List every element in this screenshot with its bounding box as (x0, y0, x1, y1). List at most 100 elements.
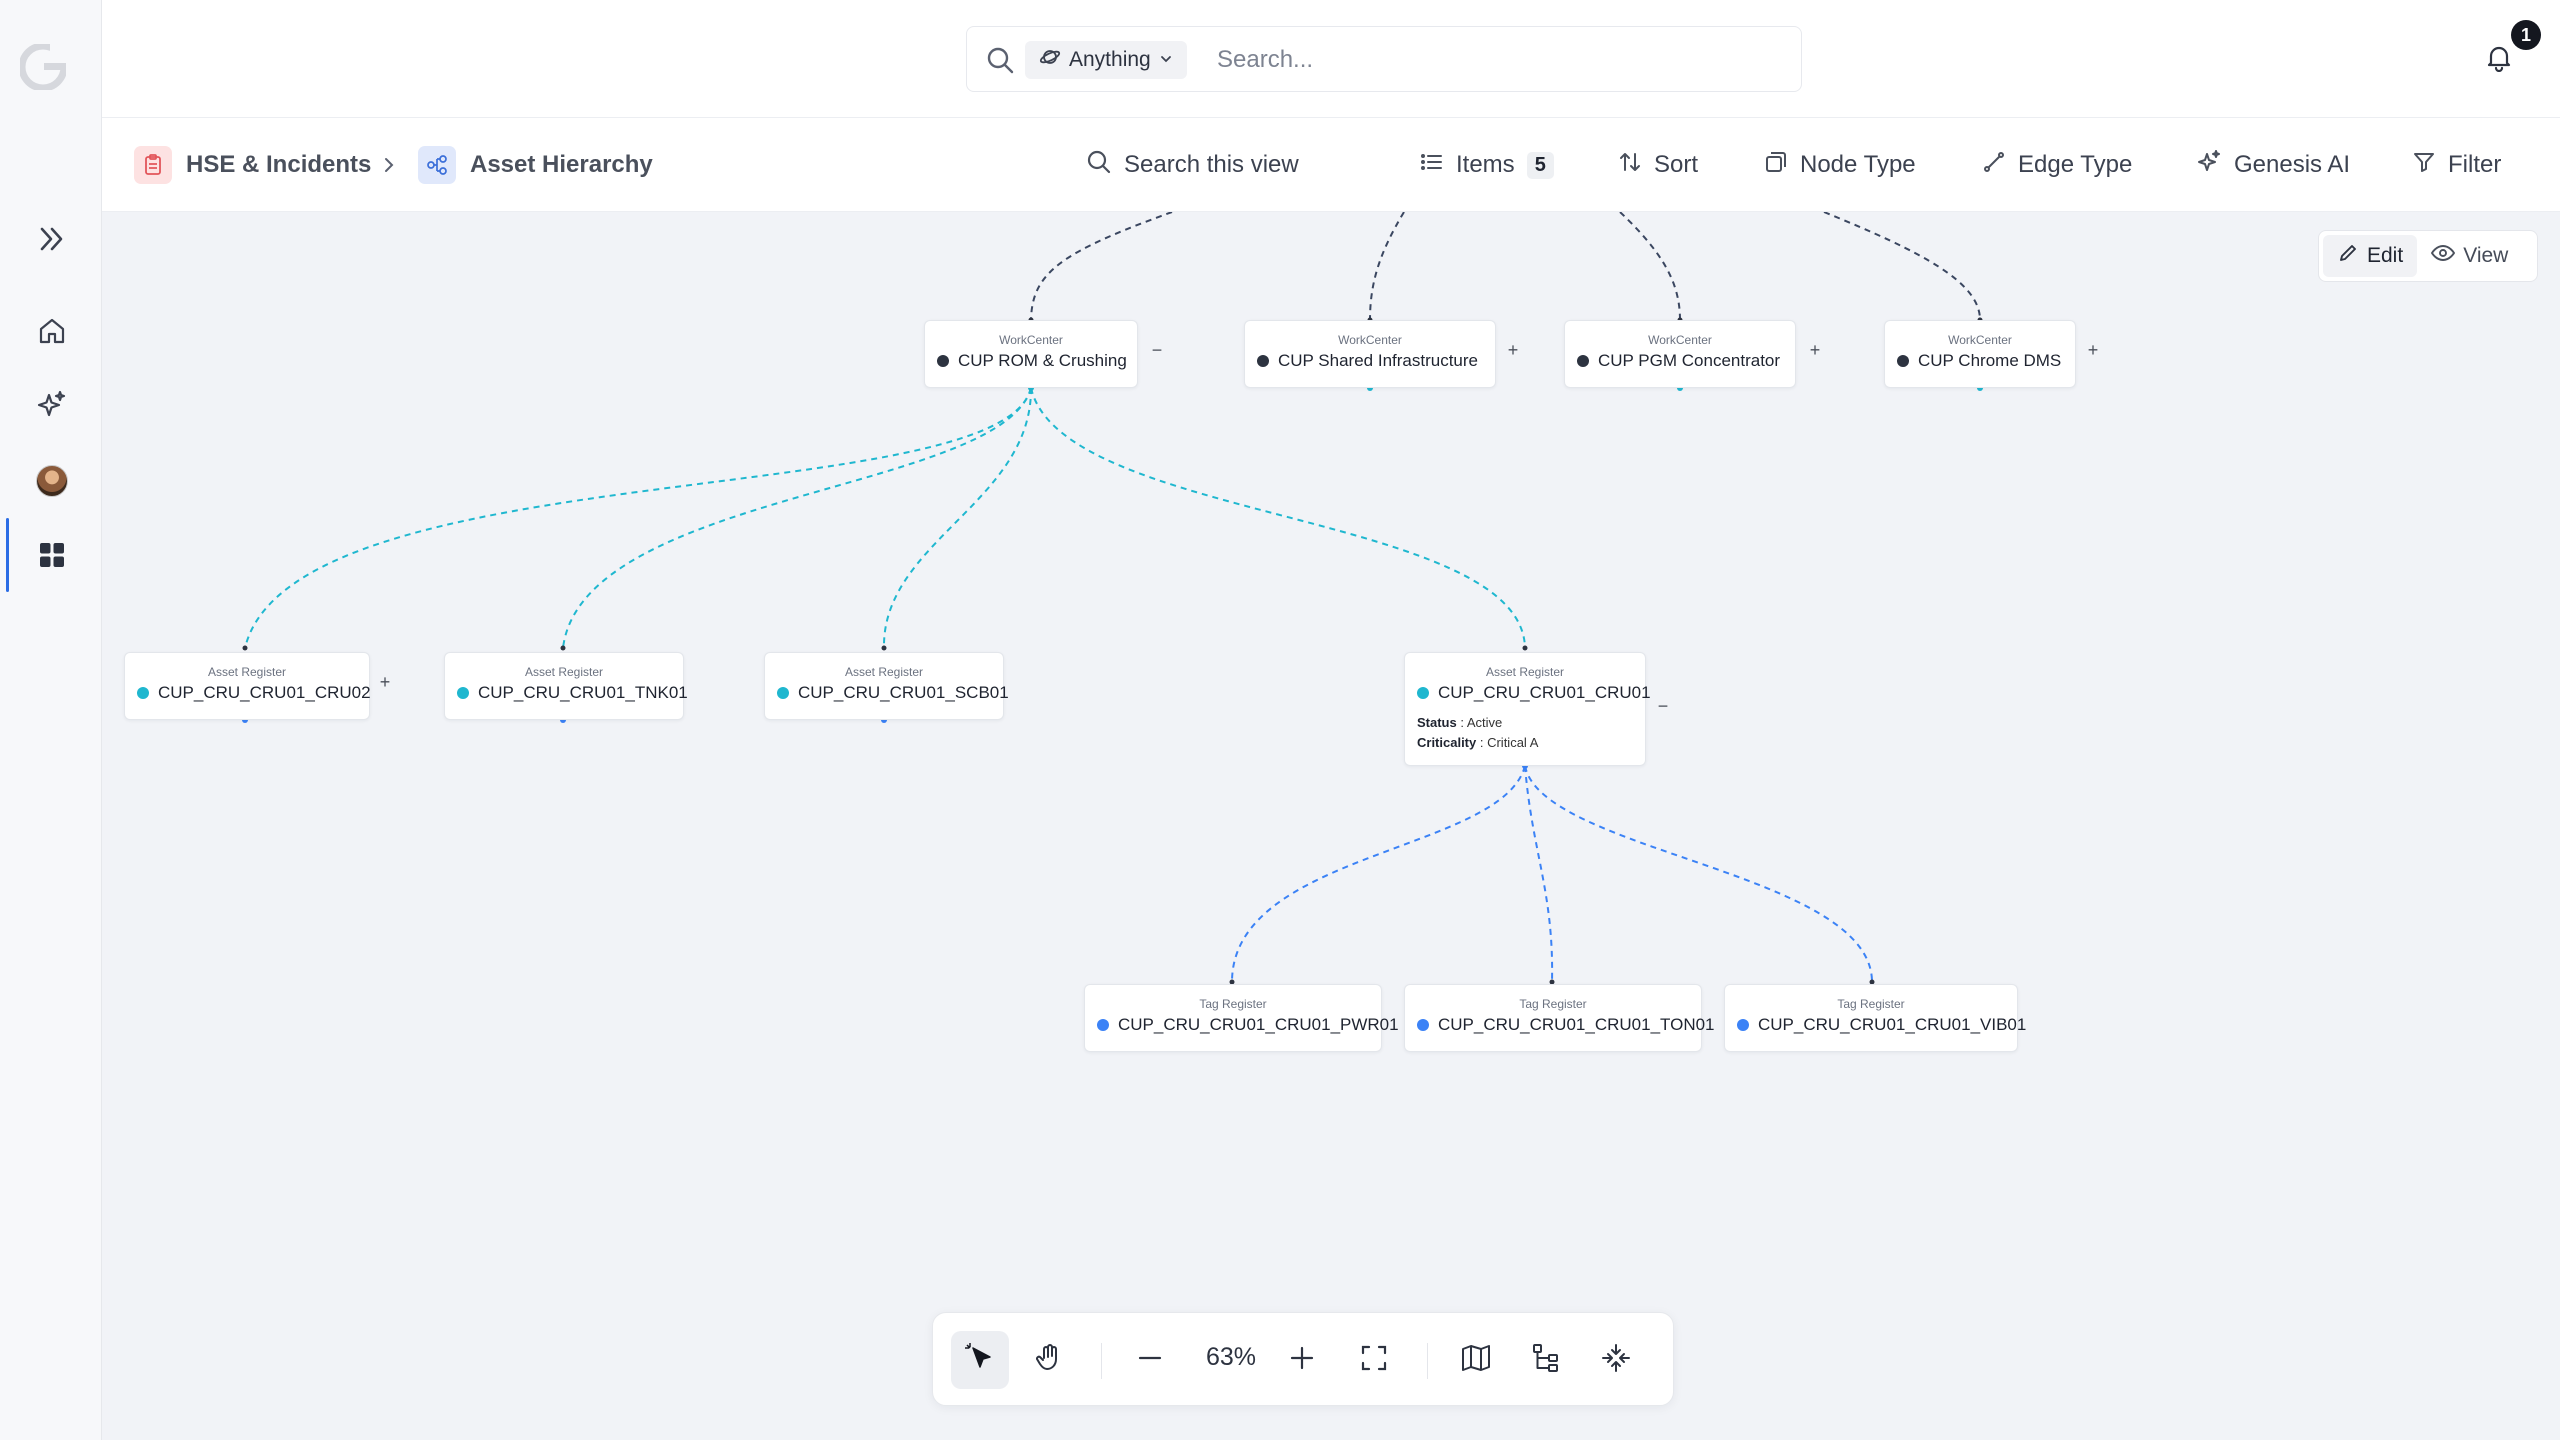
breadcrumb-asset-hierarchy[interactable]: Asset Hierarchy (418, 146, 653, 184)
node-workcenter[interactable]: WorkCenter CUP PGM Concentrator (1564, 320, 1796, 388)
node-workcenter[interactable]: WorkCenter CUP ROM & Crushing (924, 320, 1138, 388)
filter-icon (2412, 150, 2436, 181)
filter-button[interactable]: Filter (2412, 146, 2501, 184)
collapse-toggle[interactable]: − (1656, 696, 1670, 717)
node-type-icon (1764, 150, 1788, 181)
search-scope-dropdown[interactable]: Anything (1025, 41, 1187, 79)
graph-canvas[interactable]: WorkCenter CUP ROM & Crushing − WorkCent… (102, 212, 2560, 1440)
search-this-view[interactable]: Search this view (1086, 146, 1299, 184)
fullscreen-icon (1359, 1343, 1389, 1378)
chevron-down-icon (1159, 48, 1173, 72)
node-name: CUP_CRU_CRU01_CRU01 (1438, 683, 1651, 702)
node-tag-register[interactable]: Tag Register CUP_CRU_CRU01_CRU01_VIB01 (1724, 984, 2026, 1052)
node-dot (1097, 1019, 1109, 1031)
node-dot (457, 687, 469, 699)
node-workcenter[interactable]: WorkCenter CUP Shared Infrastructure (1244, 320, 1496, 388)
items-label: Items (1456, 151, 1515, 178)
node-type-text: Asset Register (207, 665, 287, 679)
node-name: CUP_CRU_CRU01_CRU02 (158, 683, 371, 702)
node-name: CUP_CRU_CRU01_CRU01_TON01 (1438, 1015, 1715, 1034)
node-type-text: Tag Register (1199, 997, 1267, 1011)
node-dot (137, 687, 149, 699)
expand-sidebar-icon[interactable] (33, 220, 71, 258)
expand-toggle[interactable]: + (1808, 340, 1822, 361)
sparkle-icon (2196, 149, 2222, 182)
breadcrumb-hse[interactable]: HSE & Incidents (134, 146, 371, 184)
select-tool-button[interactable] (951, 1331, 1009, 1389)
node-type-text: Asset Register (524, 665, 604, 679)
node-asset-register[interactable]: Asset Register CUP_CRU_CRU01_SCB01 (764, 652, 1009, 720)
plus-icon (1287, 1343, 1317, 1378)
view-mode-button[interactable]: View (2417, 235, 2522, 277)
fit-view-button[interactable] (1345, 1331, 1403, 1389)
edge-type-button[interactable]: Edge Type (1982, 146, 2132, 184)
map-icon (1460, 1342, 1492, 1379)
collapse-toggle[interactable]: − (1150, 340, 1164, 361)
sort-label: Sort (1654, 151, 1699, 178)
notifications-bell-icon[interactable] (2484, 42, 2518, 76)
pan-tool-button[interactable] (1021, 1331, 1079, 1389)
edge-type-label: Edge Type (2018, 151, 2133, 178)
breadcrumb-label: Asset Hierarchy (470, 151, 653, 178)
zoom-in-button[interactable] (1273, 1331, 1331, 1389)
node-type-text: Tag Register (1519, 997, 1587, 1011)
node-dot (1417, 1019, 1429, 1031)
sort-button[interactable]: Sort (1618, 146, 1698, 184)
zoom-level: 63% (1205, 1343, 1257, 1371)
node-type-text: Tag Register (1837, 997, 1905, 1011)
attr-value: Critical A (1487, 735, 1539, 750)
breadcrumb-label: HSE & Incidents (186, 151, 372, 178)
node-type-text: WorkCenter (999, 333, 1063, 347)
expand-toggle[interactable]: + (2086, 340, 2100, 361)
node-asset-register[interactable]: Asset Register CUP_CRU_CRU01_CRU01 Statu… (1404, 652, 1651, 766)
sort-icon (1618, 150, 1642, 181)
node-asset-register[interactable]: Asset Register CUP_CRU_CRU01_TNK01 (444, 652, 688, 720)
node-name: CUP PGM Concentrator (1598, 351, 1781, 370)
sparkle-icon[interactable] (33, 386, 71, 424)
node-name: CUP_CRU_CRU01_CRU01_PWR01 (1118, 1015, 1399, 1034)
node-type-text: WorkCenter (1648, 333, 1712, 347)
search-view-label: Search this view (1124, 151, 1299, 178)
minimap-button[interactable] (1447, 1331, 1505, 1389)
expand-toggle[interactable]: + (378, 672, 392, 693)
graph-edges (242, 212, 1983, 985)
node-tag-register[interactable]: Tag Register CUP_CRU_CRU01_CRU01_TON01 (1404, 984, 1715, 1052)
node-dot (937, 355, 949, 367)
search-icon (1086, 149, 1112, 182)
node-asset-register[interactable]: Asset Register CUP_CRU_CRU01_CRU02 (124, 652, 371, 720)
node-dot (1417, 687, 1429, 699)
pencil-icon (2337, 242, 2359, 270)
node-workcenter[interactable]: WorkCenter CUP Chrome DMS (1884, 320, 2076, 388)
global-search-input[interactable] (1217, 39, 1757, 81)
node-name: CUP_CRU_CRU01_TNK01 (478, 683, 688, 702)
home-icon[interactable] (33, 312, 71, 350)
global-search: Anything (966, 26, 1802, 92)
eye-icon (2431, 242, 2456, 270)
attr-key: Criticality (1417, 735, 1477, 750)
tree-layout-icon (1530, 1342, 1562, 1379)
expand-toggle[interactable]: + (1506, 340, 1520, 361)
node-attributes: Status : Active Criticality : Critical A (1417, 715, 1539, 750)
app-logo[interactable] (18, 42, 68, 92)
items-button[interactable]: Items 5 (1420, 146, 1554, 184)
user-avatar[interactable] (33, 462, 71, 500)
node-type-text: Asset Register (844, 665, 924, 679)
edit-view-toggle: Edit View (2318, 230, 2538, 282)
node-dot (1897, 355, 1909, 367)
edge-type-icon (1982, 150, 2006, 181)
node-name: CUP_CRU_CRU01_CRU01_VIB01 (1758, 1015, 2027, 1034)
node-type-text: Asset Register (1485, 665, 1565, 679)
node-type-label: Node Type (1800, 151, 1916, 178)
genesis-ai-button[interactable]: Genesis AI (2196, 146, 2350, 184)
collapse-all-button[interactable] (1587, 1331, 1645, 1389)
scope-label: Anything (1069, 48, 1151, 71)
node-tag-register[interactable]: Tag Register CUP_CRU_CRU01_CRU01_PWR01 (1084, 984, 1399, 1052)
layout-tree-button[interactable] (1517, 1331, 1575, 1389)
minus-icon (1135, 1343, 1165, 1378)
edit-mode-button[interactable]: Edit (2323, 235, 2418, 277)
apps-grid-icon[interactable] (33, 536, 71, 574)
divider (1427, 1343, 1428, 1379)
node-type-button[interactable]: Node Type (1764, 146, 1916, 184)
zoom-out-button[interactable] (1121, 1331, 1179, 1389)
search-icon (985, 45, 1015, 80)
